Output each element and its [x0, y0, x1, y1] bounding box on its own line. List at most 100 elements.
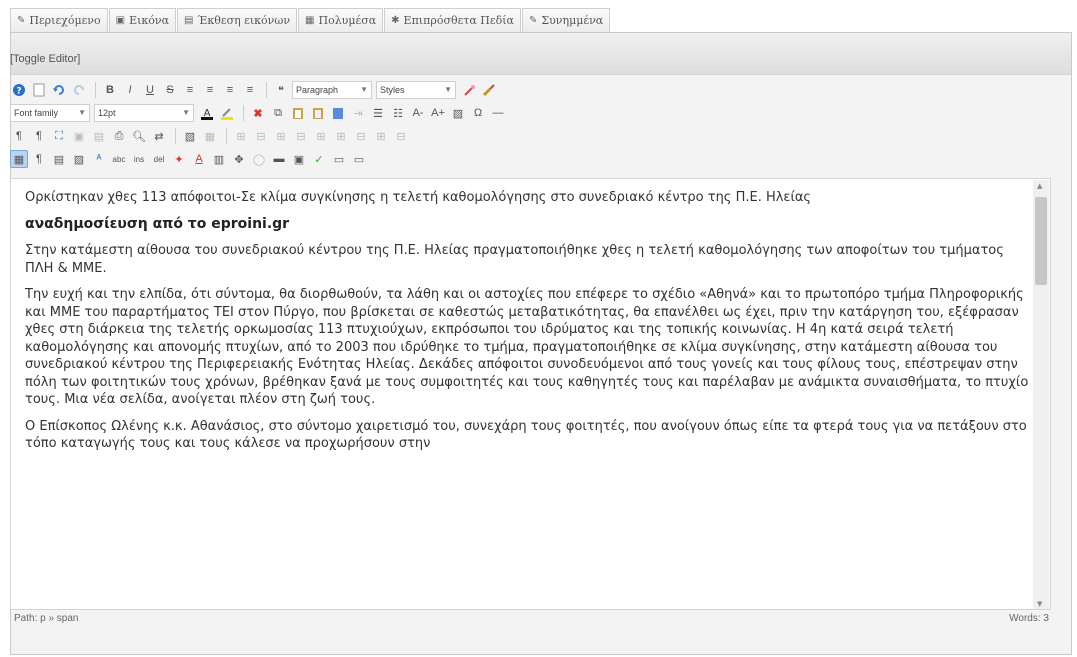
- tab-gallery[interactable]: ▤ Έκθεση εικόνων: [177, 8, 298, 32]
- replace-icon[interactable]: ⇄: [150, 127, 168, 145]
- tab-label: Πολυμέσα: [318, 14, 377, 27]
- help-icon[interactable]: ?: [10, 81, 28, 99]
- undo-icon[interactable]: [50, 81, 68, 99]
- layer-move-icon[interactable]: ◯: [250, 150, 268, 168]
- paste-icon[interactable]: [289, 104, 307, 122]
- underline-icon[interactable]: U: [141, 81, 159, 99]
- chevron-down-icon: ▼: [360, 85, 368, 94]
- ltr-icon[interactable]: ¶: [10, 127, 28, 145]
- template-icon[interactable]: ▤: [90, 127, 108, 145]
- paperclip-icon: ✎: [528, 15, 538, 26]
- align-center-icon[interactable]: ≡: [201, 81, 219, 99]
- pagebreak-icon[interactable]: ▭: [350, 150, 368, 168]
- table-merge-icon[interactable]: ⊟: [392, 127, 410, 145]
- cleanup-icon[interactable]: [460, 81, 478, 99]
- table-insert-row-icon[interactable]: ⊞: [272, 127, 290, 145]
- brush-icon[interactable]: [480, 81, 498, 99]
- redo-icon[interactable]: [70, 81, 88, 99]
- toggle-editor-link[interactable]: [Toggle Editor]: [10, 53, 80, 65]
- vertical-scrollbar[interactable]: ▲ ▼: [1033, 180, 1049, 609]
- word-count: Words: 3: [1009, 613, 1049, 624]
- strikethrough-icon[interactable]: S: [161, 81, 179, 99]
- highlight-color-icon[interactable]: [218, 104, 236, 122]
- bullet-list-icon[interactable]: ☰: [369, 104, 387, 122]
- paste-word-icon[interactable]: [329, 104, 347, 122]
- background-color-icon[interactable]: ▨: [449, 104, 467, 122]
- date-icon[interactable]: ▥: [210, 150, 228, 168]
- table-row-icon[interactable]: ⊟: [252, 127, 270, 145]
- table-insert-col-icon[interactable]: ⊞: [332, 127, 350, 145]
- font-larger-icon[interactable]: A+: [429, 104, 447, 122]
- numbered-list-icon[interactable]: ☷: [389, 104, 407, 122]
- scroll-up-icon[interactable]: ▲: [1037, 182, 1042, 190]
- table-icon[interactable]: ⊞: [232, 127, 250, 145]
- attributes-icon[interactable]: ▨: [70, 150, 88, 168]
- table-delete-col-icon[interactable]: ⊟: [352, 127, 370, 145]
- tab-content[interactable]: ✎ Περιεχόμενο: [10, 8, 108, 32]
- search-icon[interactable]: 🔍︎: [130, 127, 148, 145]
- nonbreaking-icon[interactable]: ▬: [270, 150, 288, 168]
- table-delete-row-icon[interactable]: ⊟: [292, 127, 310, 145]
- readmore-icon[interactable]: ▭: [330, 150, 348, 168]
- print-icon[interactable]: ⎙: [110, 127, 128, 145]
- indent-icon[interactable]: ⇥: [349, 104, 367, 122]
- chevron-down-icon: ▼: [78, 108, 86, 117]
- tab-label: Συνημμένα: [541, 14, 604, 27]
- acronym-icon[interactable]: abc: [110, 150, 128, 168]
- chevron-down-icon: ▼: [444, 85, 452, 94]
- tab-image[interactable]: ▣ Εικόνα: [108, 8, 177, 32]
- spellcheck-icon[interactable]: ✓: [310, 150, 328, 168]
- italic-icon[interactable]: I: [121, 81, 139, 99]
- insertion-icon[interactable]: ins: [130, 150, 148, 168]
- insert-image-icon[interactable]: ▧: [181, 127, 199, 145]
- new-document-icon[interactable]: [30, 81, 48, 99]
- scroll-down-icon[interactable]: ▼: [1037, 600, 1042, 608]
- font-size-select[interactable]: 12pt ▼: [94, 104, 194, 122]
- article-paragraph-1: Στην κατάμεστη αίθουσα του συνεδριακού κ…: [25, 243, 1004, 276]
- anchor-icon[interactable]: ✦: [170, 150, 188, 168]
- font-smaller-icon[interactable]: A-: [409, 104, 427, 122]
- format-select[interactable]: Paragraph ▼: [292, 81, 372, 99]
- image-icon: ▣: [115, 15, 126, 26]
- bold-icon[interactable]: B: [101, 81, 119, 99]
- article-intro: Ορκίστηκαν χθες 113 απόφοιτοι-Σε κλίμα σ…: [25, 190, 812, 205]
- copy-icon[interactable]: ⧉: [269, 104, 287, 122]
- abbr-icon[interactable]: ᴬ: [90, 150, 108, 168]
- toolbar-row-4: ▦ ¶ ▤ ▨ ᴬ abc ins del ✦ A ▥ ✥ ◯ ▬ ▣ ✓ ▭ …: [10, 148, 1050, 170]
- film-icon: ▦: [305, 15, 315, 26]
- style-props-icon[interactable]: ▤: [50, 150, 68, 168]
- blockquote-icon[interactable]: ❝: [272, 81, 290, 99]
- align-right-icon[interactable]: ≡: [221, 81, 239, 99]
- toolbar-row-1: ? B I U S ≡ ≡ ≡ ≡ ❝ Paragraph ▼ Styles ▼: [10, 79, 1050, 101]
- deletion-icon[interactable]: del: [150, 150, 168, 168]
- tab-extra-fields[interactable]: ✱ Επιπρόσθετα Πεδία: [384, 8, 521, 32]
- citation-icon[interactable]: A: [190, 150, 208, 168]
- styles-select[interactable]: Styles ▼: [376, 81, 456, 99]
- layer-icon[interactable]: ✥: [230, 150, 248, 168]
- align-justify-icon[interactable]: ≡: [241, 81, 259, 99]
- editor-content-area[interactable]: Ορκίστηκαν χθες 113 απόφοιτοι-Σε κλίμα σ…: [10, 178, 1051, 610]
- toolbar-separator: [226, 128, 227, 144]
- element-path[interactable]: Path: p » span: [14, 613, 79, 624]
- gallery-icon: ▤: [184, 15, 194, 26]
- media-icon[interactable]: ▣: [290, 150, 308, 168]
- cut-icon[interactable]: ✖: [249, 104, 267, 122]
- table-split-icon[interactable]: ⊞: [372, 127, 390, 145]
- paste-text-icon[interactable]: [309, 104, 327, 122]
- fullscreen-icon[interactable]: ⛶: [50, 127, 68, 145]
- image-props-icon[interactable]: ▦: [201, 127, 219, 145]
- tab-attachments[interactable]: ✎ Συνημμένα: [521, 8, 611, 32]
- visual-aid-icon[interactable]: ▦: [10, 150, 28, 168]
- tab-media[interactable]: ▦ Πολυμέσα: [298, 8, 384, 32]
- font-family-select[interactable]: Font family ▼: [10, 104, 90, 122]
- scrollbar-thumb[interactable]: [1035, 197, 1047, 285]
- align-left-icon[interactable]: ≡: [181, 81, 199, 99]
- text-color-icon[interactable]: A: [198, 104, 216, 122]
- special-char-icon[interactable]: Ω: [469, 104, 487, 122]
- table-column-icon[interactable]: ⊞: [312, 127, 330, 145]
- horizontal-rule-icon[interactable]: —: [489, 104, 507, 122]
- editor-tabs: ✎ Περιεχόμενο ▣ Εικόνα ▤ Έκθεση εικόνων …: [10, 8, 611, 32]
- preview-icon[interactable]: ▣: [70, 127, 88, 145]
- rtl-icon[interactable]: ¶: [30, 127, 48, 145]
- show-blocks-icon[interactable]: ¶: [30, 150, 48, 168]
